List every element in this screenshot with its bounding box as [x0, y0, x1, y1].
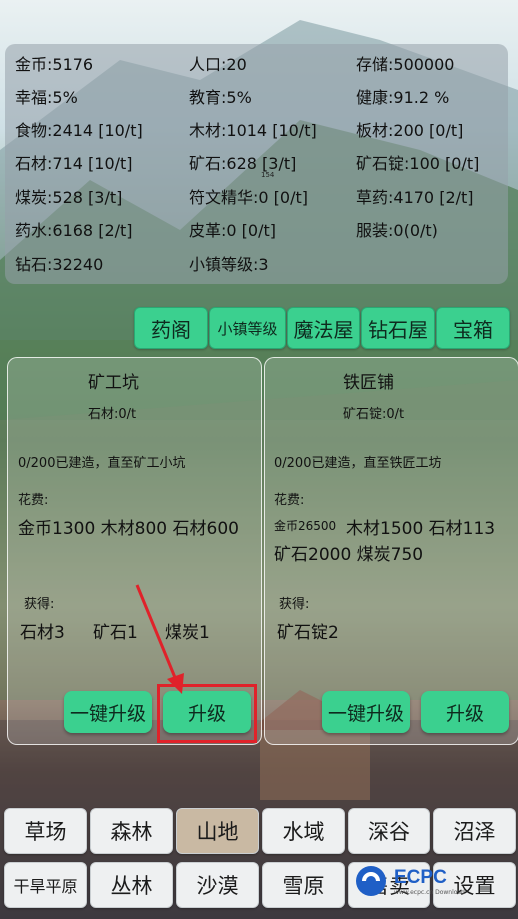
card-rate: 石材:0/t	[88, 407, 137, 422]
stat-planks: 板材:200 [0/t]	[356, 121, 464, 140]
card-status: 0/200已建造，直至铁匠工坊	[274, 456, 442, 471]
nav-jungle[interactable]: 丛林	[90, 862, 173, 908]
gain-coal: 煤炭1	[165, 623, 210, 643]
tab-diamond-house[interactable]: 钻石屋	[361, 307, 435, 349]
resource-stats-panel: 金币:5176 人口:20 存储:500000 幸福:5% 教育:5% 健康:9…	[5, 44, 508, 284]
stat-rune-essence: 符文精华:0 [0/t]	[189, 188, 308, 207]
stat-stone: 石材:714 [10/t]	[15, 154, 133, 173]
card-title: 矿工坑	[88, 373, 139, 393]
stat-health: 健康:91.2 %	[356, 88, 450, 107]
watermark-logo-icon	[356, 866, 386, 896]
watermark-text: ECPC	[394, 867, 447, 888]
card-gain-label: 获得:	[24, 597, 55, 612]
card-rate: 矿石锭:0/t	[343, 407, 405, 422]
watermark: ECPC www.ecpc.cn Download	[354, 864, 465, 902]
gain-stone: 石材3	[20, 623, 65, 643]
stat-education: 教育:5%	[189, 88, 252, 107]
nav-waters[interactable]: 水域	[262, 808, 345, 854]
card-cost-ore-coal: 矿石2000 煤炭750	[274, 545, 424, 565]
stat-food: 食物:2414 [10/t]	[15, 121, 143, 140]
nav-snowfield[interactable]: 雪原	[262, 862, 345, 908]
tab-town-level[interactable]: 小镇等级	[209, 307, 286, 349]
stat-diamond: 钻石:32240	[15, 255, 104, 274]
stat-coal: 煤炭:528 [3/t]	[15, 188, 123, 207]
card-status: 0/200已建造，直至矿工小坑	[18, 456, 186, 471]
tab-treasure-chest[interactable]: 宝箱	[436, 307, 510, 349]
nav-swamp[interactable]: 沼泽	[433, 808, 516, 854]
building-card-blacksmith: 铁匠铺 矿石锭:0/t 0/200已建造，直至铁匠工坊 花费: 金币26500 …	[264, 357, 518, 745]
nav-arid-plain[interactable]: 干旱平原	[4, 862, 87, 908]
stat-herbs: 草药:4170 [2/t]	[356, 188, 474, 207]
nav-desert[interactable]: 沙漠	[176, 862, 259, 908]
stat-ingot: 矿石锭:100 [0/t]	[356, 154, 480, 173]
upgrade-button[interactable]: 升级	[421, 691, 509, 733]
watermark-subtext: www.ecpc.cn Download	[394, 889, 465, 896]
stat-wood: 木材:1014 [10/t]	[189, 121, 317, 140]
stat-town-level: 小镇等级:3	[189, 255, 269, 274]
nav-deep-valley[interactable]: 深谷	[348, 808, 430, 854]
stat-potion: 药水:6168 [2/t]	[15, 221, 133, 240]
stat-clothing: 服装:0(0/t)	[356, 221, 438, 240]
stat-storage: 存储:500000	[356, 55, 455, 74]
gain-ore: 矿石1	[93, 623, 138, 643]
stat-happiness: 幸福:5%	[15, 88, 78, 107]
card-title: 铁匠铺	[343, 373, 394, 393]
upgrade-all-button[interactable]: 一键升级	[64, 691, 152, 733]
card-cost: 金币1300 木材800 石材600	[18, 519, 239, 539]
stat-leather: 皮革:0 [0/t]	[189, 221, 276, 240]
highlight-box	[157, 684, 257, 743]
card-cost-gold: 金币26500	[274, 519, 337, 533]
tab-medicine-pavilion[interactable]: 药阁	[134, 307, 208, 349]
stat-ore: 矿石:628 [3/t]	[189, 154, 297, 173]
gain-ingot: 矿石锭2	[277, 623, 339, 643]
card-cost-label: 花费:	[274, 493, 305, 508]
nav-grassland[interactable]: 草场	[4, 808, 87, 854]
card-cost-label: 花费:	[18, 493, 49, 508]
nav-mountain[interactable]: 山地	[176, 808, 259, 854]
stat-gold: 金币:5176	[15, 55, 94, 74]
upgrade-all-button[interactable]: 一键升级	[322, 691, 410, 733]
tab-magic-house[interactable]: 魔法屋	[287, 307, 360, 349]
card-gain-label: 获得:	[279, 597, 310, 612]
nav-forest[interactable]: 森林	[90, 808, 173, 854]
tiny-number: 154	[261, 171, 275, 179]
stat-population: 人口:20	[189, 55, 247, 74]
card-cost-materials: 木材1500 石材113	[346, 519, 496, 539]
